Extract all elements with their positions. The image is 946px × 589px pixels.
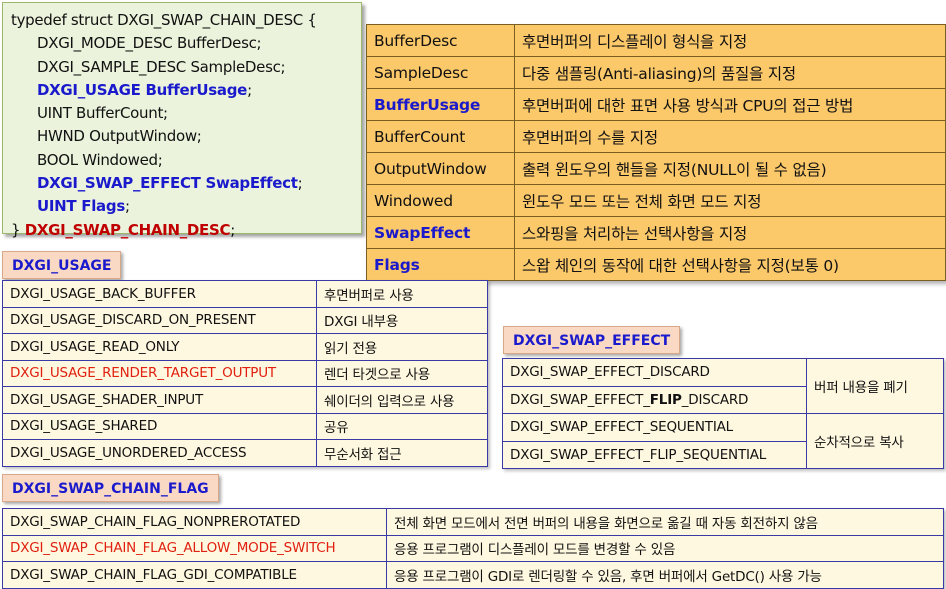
table-row: DXGI_USAGE_SHADER_INPUT 쉐이더의 입력으로 사용 bbox=[2, 386, 488, 414]
swap-effect-table: DXGI_SWAP_EFFECT_DISCARD 버퍼 내용을 폐기 DXGI_… bbox=[502, 358, 944, 469]
code-line-typedef: typedef struct DXGI_SWAP_CHAIN_DESC { bbox=[11, 11, 317, 29]
member-name: SwapEffect bbox=[366, 216, 515, 249]
table-row: DXGI_USAGE_UNORDERED_ACCESS 무순서화 접근 bbox=[2, 439, 488, 467]
flag-desc: 응용 프로그램이 디스플레이 모드를 변경할 수 있음 bbox=[386, 534, 944, 562]
usage-name: DXGI_USAGE_UNORDERED_ACCESS bbox=[2, 439, 317, 467]
member-name: BufferCount bbox=[366, 120, 515, 153]
swap-chain-flag-section-label: DXGI_SWAP_CHAIN_FLAG bbox=[2, 474, 219, 502]
usage-desc: 읽기 전용 bbox=[316, 333, 488, 361]
usage-name: DXGI_USAGE_DISCARD_ON_PRESENT bbox=[2, 306, 317, 334]
table-row: BufferDesc 후면버퍼의 디스플레이 형식을 지정 bbox=[366, 24, 946, 57]
member-desc: 스와핑을 처리하는 선택사항을 지정 bbox=[514, 216, 946, 249]
code-line-buffercount: UINT BufferCount; bbox=[37, 104, 168, 123]
table-row: DXGI_SWAP_CHAIN_FLAG_GDI_COMPATIBLE 응용 프… bbox=[2, 561, 944, 589]
table-row: OutputWindow 출력 윈도우의 핸들을 지정(NULL이 될 수 없음… bbox=[366, 152, 946, 185]
usage-name: DXGI_USAGE_RENDER_TARGET_OUTPUT bbox=[2, 359, 317, 387]
usage-desc: 쉐이더의 입력으로 사용 bbox=[316, 386, 488, 414]
swap-effect-desc-sequential: 순차적으로 복사 bbox=[806, 413, 944, 469]
swap-chain-flag-table: DXGI_SWAP_CHAIN_FLAG_NONPREROTATED 전체 화면… bbox=[2, 508, 944, 589]
usage-desc: DXGI 내부용 bbox=[316, 306, 488, 334]
member-desc: 후면버퍼의 디스플레이 형식을 지정 bbox=[514, 24, 946, 57]
usage-name: DXGI_USAGE_SHADER_INPUT bbox=[2, 386, 317, 414]
table-row: Flags 스왑 체인의 동작에 대한 선택사항을 지정(보통 0) bbox=[366, 248, 946, 281]
flag-desc: 전체 화면 모드에서 전면 버퍼의 내용을 화면으로 옮길 때 자동 회전하지 … bbox=[386, 508, 944, 536]
code-line-windowed: BOOL Windowed; bbox=[37, 150, 163, 169]
table-row: DXGI_USAGE_RENDER_TARGET_OUTPUT 렌더 타겟으로 … bbox=[2, 359, 488, 387]
member-desc: 스왑 체인의 동작에 대한 선택사항을 지정(보통 0) bbox=[514, 248, 946, 281]
usage-desc: 공유 bbox=[316, 412, 488, 440]
member-name: Flags bbox=[366, 248, 515, 281]
code-semicolon: ; bbox=[124, 197, 130, 216]
code-line-outputwindow: HWND OutputWindow; bbox=[37, 127, 202, 146]
code-struct-name: DXGI_SWAP_CHAIN_DESC bbox=[24, 220, 231, 239]
member-name: Windowed bbox=[366, 184, 515, 217]
code-semicolon: ; bbox=[297, 174, 303, 193]
table-row: SwapEffect 스와핑을 처리하는 선택사항을 지정 bbox=[366, 216, 946, 249]
table-row: DXGI_USAGE_SHARED 공유 bbox=[2, 412, 488, 440]
flag-name: DXGI_SWAP_CHAIN_FLAG_NONPREROTATED bbox=[2, 508, 387, 536]
table-row: DXGI_SWAP_EFFECT_SEQUENTIAL 순차적으로 복사 bbox=[502, 413, 944, 469]
swap-effect-section-label: DXGI_SWAP_EFFECT bbox=[503, 326, 681, 354]
table-row: DXGI_SWAP_EFFECT_DISCARD 버퍼 내용을 폐기 bbox=[502, 358, 944, 414]
swap-effect-name: DXGI_SWAP_EFFECT_SEQUENTIAL bbox=[502, 413, 807, 442]
member-desc: 윈도우 모드 또는 전체 화면 모드 지정 bbox=[514, 184, 946, 217]
code-flags-highlight: UINT Flags bbox=[37, 197, 125, 216]
member-name: BufferUsage bbox=[366, 88, 515, 121]
table-row: BufferCount 후면버퍼의 수를 지정 bbox=[366, 120, 946, 153]
table-row: Windowed 윈도우 모드 또는 전체 화면 모드 지정 bbox=[366, 184, 946, 217]
member-name: SampleDesc bbox=[366, 56, 515, 89]
table-row: DXGI_SWAP_CHAIN_FLAG_ALLOW_MODE_SWITCH 응… bbox=[2, 534, 944, 562]
flag-name: DXGI_SWAP_CHAIN_FLAG_GDI_COMPATIBLE bbox=[2, 561, 387, 589]
table-row: DXGI_SWAP_CHAIN_FLAG_NONPREROTATED 전체 화면… bbox=[2, 508, 944, 536]
code-line-flags: UINT Flags; bbox=[11, 195, 361, 218]
code-swapeffect-highlight: DXGI_SWAP_EFFECT SwapEffect bbox=[37, 174, 298, 193]
code-line-sampledesc: DXGI_SAMPLE_DESC SampleDesc; bbox=[37, 57, 286, 76]
member-desc: 후면버퍼에 대한 표면 사용 방식과 CPU의 접근 방법 bbox=[514, 88, 946, 121]
swap-effect-name: DXGI_SWAP_EFFECT_DISCARD bbox=[502, 358, 807, 387]
swap-effect-name-suffix: _DISCARD bbox=[681, 391, 749, 408]
table-row: BufferUsage 후면버퍼에 대한 표면 사용 방식과 CPU의 접근 방… bbox=[366, 88, 946, 121]
usage-desc: 렌더 타겟으로 사용 bbox=[316, 359, 488, 387]
swap-effect-name-prefix: DXGI_SWAP_EFFECT_ bbox=[510, 391, 650, 408]
flag-desc: 응용 프로그램이 GDI로 렌더링할 수 있음, 후면 버퍼에서 GetDC()… bbox=[386, 561, 944, 589]
code-bufferusage-highlight: DXGI_USAGE BufferUsage bbox=[37, 80, 248, 99]
struct-code-box: typedef struct DXGI_SWAP_CHAIN_DESC { DX… bbox=[2, 2, 362, 239]
swap-effect-name: DXGI_SWAP_EFFECT_FLIP_SEQUENTIAL bbox=[502, 440, 807, 469]
swap-effect-flip-highlight: FLIP bbox=[649, 391, 682, 408]
code-line-bufferdesc: DXGI_MODE_DESC BufferDesc; bbox=[37, 34, 262, 53]
usage-desc: 무순서화 접근 bbox=[316, 439, 488, 467]
usage-name: DXGI_USAGE_BACK_BUFFER bbox=[2, 280, 317, 308]
table-row: DXGI_USAGE_BACK_BUFFER 후면버퍼로 사용 bbox=[2, 280, 488, 308]
table-row: DXGI_USAGE_DISCARD_ON_PRESENT DXGI 내부용 bbox=[2, 306, 488, 334]
code-line-bufferusage: DXGI_USAGE BufferUsage; bbox=[11, 79, 361, 102]
flag-name: DXGI_SWAP_CHAIN_FLAG_ALLOW_MODE_SWITCH bbox=[2, 534, 387, 562]
usage-name: DXGI_USAGE_SHARED bbox=[2, 412, 317, 440]
code-semicolon: ; bbox=[230, 220, 235, 239]
swap-effect-desc-discard: 버퍼 내용을 폐기 bbox=[806, 358, 944, 414]
swap-effect-name: DXGI_SWAP_EFFECT_FLIP_DISCARD bbox=[502, 385, 807, 414]
member-name: BufferDesc bbox=[366, 24, 515, 57]
usage-desc: 후면버퍼로 사용 bbox=[316, 280, 488, 308]
member-desc: 출력 윈도우의 핸들을 지정(NULL이 될 수 없음) bbox=[514, 152, 946, 185]
code-semicolon: ; bbox=[247, 80, 252, 99]
table-row: DXGI_USAGE_READ_ONLY 읽기 전용 bbox=[2, 333, 488, 361]
usage-section-label: DXGI_USAGE bbox=[2, 251, 122, 279]
code-close-brace: } bbox=[11, 220, 25, 239]
member-name: OutputWindow bbox=[366, 152, 515, 185]
member-desc: 후면버퍼의 수를 지정 bbox=[514, 120, 946, 153]
code-line-close: } DXGI_SWAP_CHAIN_DESC; bbox=[11, 219, 361, 242]
usage-name: DXGI_USAGE_READ_ONLY bbox=[2, 333, 317, 361]
member-desc: 다중 샘플링(Anti-aliasing)의 품질을 지정 bbox=[514, 56, 946, 89]
table-row: SampleDesc 다중 샘플링(Anti-aliasing)의 품질을 지정 bbox=[366, 56, 946, 89]
code-line-swapeffect: DXGI_SWAP_EFFECT SwapEffect; bbox=[11, 172, 361, 195]
member-description-table: BufferDesc 후면버퍼의 디스플레이 형식을 지정 SampleDesc… bbox=[366, 24, 946, 281]
usage-table: DXGI_USAGE_BACK_BUFFER 후면버퍼로 사용 DXGI_USA… bbox=[2, 280, 488, 467]
